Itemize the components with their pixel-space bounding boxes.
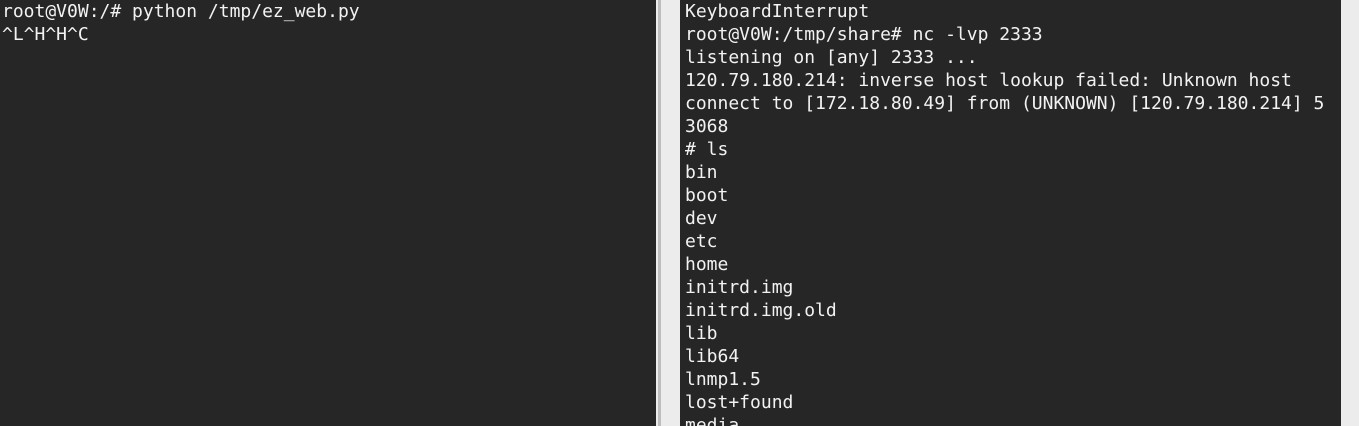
left-terminal-pane[interactable]: root@V0W:/# python /tmp/ez_web.py ^L^H^H… [0, 0, 656, 426]
terminal-line: bin [685, 162, 718, 183]
terminal-line: lost+found [685, 392, 794, 413]
window-right-edge [1341, 0, 1359, 426]
terminal-line: KeyboardInterrupt [685, 1, 870, 22]
terminal-line: home [685, 254, 729, 275]
terminal-line: ^L^H^H^C [2, 24, 89, 45]
terminal-line: initrd.img [685, 277, 794, 298]
terminal-line: connect to [172.18.80.49] from (UNKNOWN)… [685, 93, 1325, 114]
right-terminal-output: KeyboardInterrupt root@V0W:/tmp/share# n… [680, 0, 1341, 426]
terminal-line: listening on [any] 2333 ... [685, 47, 978, 68]
terminal-line: initrd.img.old [685, 300, 837, 321]
terminal-line: lib64 [685, 346, 740, 367]
terminal-line: etc [685, 231, 718, 252]
terminal-line: boot [685, 185, 729, 206]
terminal-line: root@V0W:/# python /tmp/ez_web.py [2, 1, 360, 22]
right-terminal-pane[interactable]: KeyboardInterrupt root@V0W:/tmp/share# n… [680, 0, 1341, 426]
terminal-line: 120.79.180.214: inverse host lookup fail… [685, 70, 1292, 91]
split-terminal-window: root@V0W:/# python /tmp/ez_web.py ^L^H^H… [0, 0, 1359, 426]
left-terminal-output: root@V0W:/# python /tmp/ez_web.py ^L^H^H… [0, 0, 656, 46]
pane-splitter[interactable] [656, 0, 680, 426]
terminal-line: root@V0W:/tmp/share# nc -lvp 2333 [685, 24, 1043, 45]
terminal-line: # ls [685, 139, 729, 160]
terminal-line: lib [685, 323, 718, 344]
terminal-line: dev [685, 208, 718, 229]
terminal-line: 3068 [685, 116, 729, 137]
terminal-line: lnmp1.5 [685, 369, 761, 390]
terminal-line: media [685, 415, 740, 426]
splitter-edge [658, 0, 661, 426]
